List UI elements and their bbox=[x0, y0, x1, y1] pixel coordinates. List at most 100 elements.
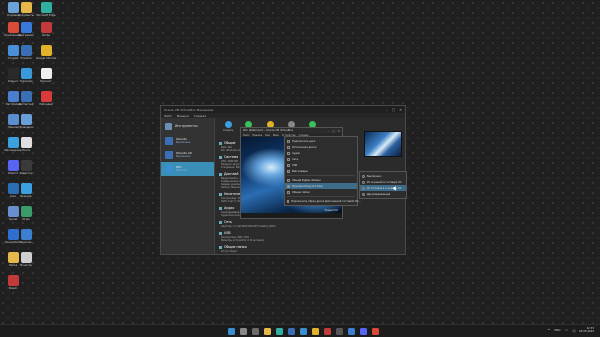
app8-icon bbox=[20, 45, 32, 56]
desktop-icon-app23[interactable]: Браузер bbox=[16, 183, 36, 205]
section-title-text: Общие папки bbox=[224, 245, 247, 249]
taskview-button[interactable] bbox=[252, 328, 259, 335]
toolbar-label: Создать bbox=[223, 128, 234, 132]
vbox-titlebar: Oracle VM VirtualBox Менеджер – □ ✕ bbox=[161, 106, 405, 113]
desktop-icon-label: Редактор bbox=[19, 172, 33, 175]
create-icon bbox=[224, 120, 232, 128]
close-icon[interactable]: ✕ bbox=[399, 108, 402, 112]
devices-menu: Подключить диск Оптические диски Аудио С… bbox=[284, 136, 361, 206]
desktop-icon-app27[interactable]: Консоль bbox=[16, 229, 36, 251]
maximize-icon[interactable]: □ bbox=[332, 129, 335, 133]
explorer-button[interactable] bbox=[264, 328, 271, 335]
menu-item-icon bbox=[287, 199, 289, 203]
chrome-button[interactable] bbox=[312, 328, 319, 335]
create-button[interactable]: Создать bbox=[223, 120, 234, 132]
app11-icon bbox=[20, 68, 32, 79]
desktop-icon-edge[interactable]: Microsoft Edge bbox=[36, 2, 56, 24]
menu-item-label: Подключить образ диска Дополнений гостев… bbox=[291, 199, 361, 203]
tools-item[interactable]: Инструменты bbox=[161, 118, 214, 134]
vm-list-item[interactable]: Win Работает bbox=[161, 162, 214, 176]
devices-menu-item[interactable]: Общие папки bbox=[285, 189, 357, 195]
desktop-icon-app12[interactable]: Блокнот bbox=[36, 68, 56, 90]
section-title-text: Дисплей bbox=[224, 172, 239, 176]
start-button[interactable] bbox=[228, 328, 235, 335]
menu-machine[interactable]: Машина bbox=[177, 114, 189, 118]
section-title[interactable]: Сеть bbox=[219, 220, 277, 224]
app6-icon bbox=[40, 22, 52, 33]
desktop-icon-folder[interactable]: Документы bbox=[16, 2, 36, 24]
app3-button[interactable] bbox=[360, 328, 367, 335]
desktop-icon-chrome[interactable]: Google Chrome bbox=[36, 45, 56, 67]
minimize-icon[interactable]: – bbox=[386, 108, 388, 112]
desktop-icon-app29[interactable]: Монитор bbox=[16, 252, 36, 274]
vm-preview-thumbnail bbox=[364, 131, 402, 157]
app17-icon bbox=[20, 114, 32, 125]
section-title-text: USB bbox=[224, 231, 231, 235]
desktop-icon-app5[interactable]: Программа bbox=[16, 22, 36, 44]
menu-item-label: Из основной в гостевую ОС bbox=[367, 180, 402, 184]
volume-icon[interactable]: ◁ bbox=[572, 328, 575, 333]
language-indicator[interactable]: ENG bbox=[555, 328, 561, 332]
details-section: Общие папки Отсутствуют bbox=[217, 245, 277, 253]
vbox-button[interactable] bbox=[300, 328, 307, 335]
system-tray: ^ ENG ◠ ◁ 12:37 05.05.2023 bbox=[547, 327, 594, 333]
menu-item-icon bbox=[287, 184, 290, 188]
menu-item-icon bbox=[287, 157, 290, 161]
vm-state: Выключена bbox=[176, 155, 191, 159]
menu-item-label: Веб-камеры bbox=[292, 169, 308, 173]
close-icon[interactable]: ✕ bbox=[338, 129, 340, 133]
section-title[interactable]: Общие папки bbox=[219, 245, 277, 249]
section-icon bbox=[219, 155, 222, 159]
desktop-icon-app8[interactable]: Утилита bbox=[16, 45, 36, 67]
vm-list-item[interactable]: Ubuntu 20 Выключена bbox=[161, 148, 214, 162]
store-button[interactable] bbox=[288, 328, 295, 335]
desktop-icon-app25[interactable]: Игры bbox=[16, 206, 36, 228]
drag-drop-option[interactable]: Двунаправленный bbox=[360, 191, 406, 197]
devices-menu-item[interactable]: Веб-камеры bbox=[285, 168, 357, 174]
devices-menu-item[interactable]: Подключить образ диска Дополнений гостев… bbox=[285, 198, 361, 204]
section-icon bbox=[219, 245, 222, 249]
desktop-icon-app21[interactable]: Редактор bbox=[16, 160, 36, 182]
section-title[interactable]: USB bbox=[219, 231, 277, 235]
clock-date: 05.05.2023 bbox=[579, 330, 594, 334]
desktop-icon-app15[interactable]: Рекордер bbox=[36, 91, 56, 113]
minimize-icon[interactable]: – bbox=[328, 129, 329, 133]
details-section: Сеть Адаптер 1: Intel PRO/1000 MT Desktop… bbox=[217, 220, 277, 228]
clock[interactable]: 12:37 05.05.2023 bbox=[579, 327, 594, 333]
desktop-icon-app11[interactable]: Телеграм bbox=[16, 68, 36, 90]
search-button[interactable] bbox=[240, 328, 247, 335]
menu-item-label: Оптические диски bbox=[292, 145, 317, 149]
details-section: USB Контроллер USB: xHCI Фильтры устройств… bbox=[217, 231, 277, 242]
maximize-icon[interactable]: □ bbox=[392, 108, 395, 112]
app4-button[interactable] bbox=[372, 328, 379, 335]
wifi-icon[interactable]: ◠ bbox=[565, 328, 569, 333]
desktop-icon-app6[interactable]: Adobe bbox=[36, 22, 56, 44]
detail-row: Адаптер 1: Intel PRO/1000 MT Desktop (NA… bbox=[221, 225, 276, 228]
app-button[interactable] bbox=[324, 328, 331, 335]
section-icon bbox=[219, 192, 222, 196]
radio-icon bbox=[362, 174, 365, 178]
section-title-text: Сеть bbox=[224, 220, 232, 224]
desktop-icon-label: Блокнот bbox=[40, 80, 52, 83]
terminal-button[interactable] bbox=[336, 328, 343, 335]
desktop-icon-app17[interactable]: Проводник bbox=[16, 114, 36, 136]
desktop-icon-app19[interactable]: Почта bbox=[16, 137, 36, 159]
folder-icon bbox=[20, 2, 32, 13]
vm-list-item[interactable]: Ubuntu Выключена bbox=[161, 134, 214, 148]
menu-file[interactable]: Файл bbox=[164, 114, 172, 118]
desktop-icon-label: Почта bbox=[21, 149, 31, 152]
desktop-icon-label: Консоль bbox=[20, 241, 32, 244]
desktop-icon-label: Игры bbox=[22, 218, 30, 221]
app2-button[interactable] bbox=[348, 328, 355, 335]
app19-icon bbox=[20, 137, 32, 148]
desktop-icon-app30[interactable]: Steam bbox=[3, 275, 23, 297]
edge-button[interactable] bbox=[276, 328, 283, 335]
desktop-icon-app14[interactable]: Диспетчер bbox=[16, 91, 36, 113]
section-icon bbox=[219, 141, 222, 145]
radio-icon bbox=[362, 186, 365, 190]
menu-item-icon bbox=[287, 169, 290, 173]
menu-item-label: Выключено bbox=[367, 174, 382, 178]
chevron-up-icon[interactable]: ^ bbox=[547, 328, 550, 333]
menu-help[interactable]: Справка bbox=[194, 114, 206, 118]
desktop-icon-label: Монитор bbox=[20, 264, 32, 267]
